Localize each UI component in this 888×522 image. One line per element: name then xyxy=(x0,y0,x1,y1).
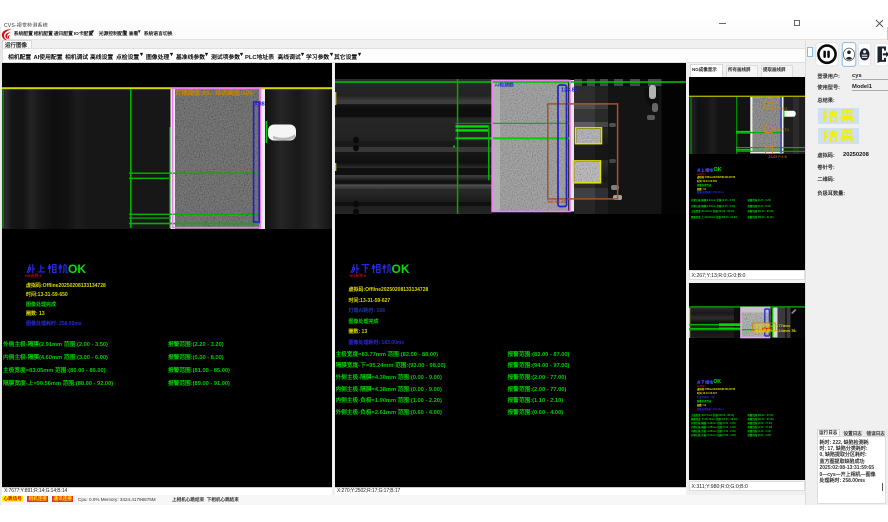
svg-text:123.80: 123.80 xyxy=(561,88,578,94)
svg-text:3.88: 3.88 xyxy=(254,102,265,108)
svg-text:NG:0 0.25: NG:0 0.25 xyxy=(548,200,566,204)
svg-text:23.68 P;1: 23.68 P;1 xyxy=(772,107,787,111)
svg-text:23.63 P;1 B: 23.63 P;1 B xyxy=(768,155,787,159)
svg-text:灯熄阈值:93，动态阈值:100: 灯熄阈值:93，动态阈值:100 xyxy=(176,89,254,97)
svg-text:AI检测框: AI检测框 xyxy=(494,82,513,89)
svg-text:隔膜宽度=95.24mm 78.: 隔膜宽度=95.24mm 78. xyxy=(754,327,796,333)
svg-text:23.68P T;1: 23.68P T;1 xyxy=(772,128,789,132)
